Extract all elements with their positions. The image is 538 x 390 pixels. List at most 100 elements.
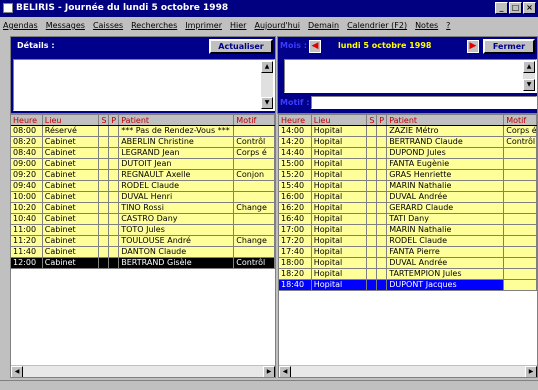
left-hscroll[interactable]: ◀ ▶ — [11, 365, 275, 377]
menu-item[interactable]: Recherches — [131, 17, 177, 34]
status-bar — [0, 380, 538, 390]
table-row[interactable]: 18:20 Hopital TARTEMPION Jules — [279, 269, 537, 280]
table-cell: 10:20 — [11, 203, 43, 213]
table-row[interactable]: 16:00 Hopital DUVAL Andrée — [279, 192, 537, 203]
menu-item[interactable]: Calendrier (F2) — [347, 17, 407, 34]
table-cell — [504, 192, 537, 202]
table-cell: Hopital — [312, 236, 368, 246]
table-row[interactable]: 15:20 Hopital GRAS Henriette — [279, 170, 537, 181]
menu-item[interactable]: Agendas — [3, 17, 38, 34]
table-cell — [109, 203, 120, 213]
scroll-left-icon[interactable]: ◀ — [11, 366, 23, 377]
table-cell: Cabinet — [43, 148, 100, 158]
table-cell — [234, 126, 275, 136]
scroll-up-icon[interactable]: ▲ — [261, 61, 273, 73]
menu-item[interactable]: Aujourd'hui — [254, 17, 300, 34]
grid-header: Heure Lieu S P Patient Motif — [11, 115, 275, 126]
minimize-button[interactable]: _ — [495, 2, 508, 14]
table-cell: TOULOUSE André — [119, 236, 235, 246]
menu-item[interactable]: Hier — [230, 17, 246, 34]
mois-vscroll[interactable]: ▲ ▼ — [523, 61, 535, 91]
table-row[interactable]: 09:00 Cabinet DUTOIT Jean — [11, 159, 275, 170]
scroll-right-icon[interactable]: ▶ — [525, 366, 537, 377]
scroll-right-icon[interactable]: ▶ — [263, 366, 275, 377]
table-cell: *** Pas de Rendez-Vous *** — [119, 126, 235, 136]
col-patient: Patient — [119, 115, 235, 125]
table-cell — [99, 225, 110, 235]
table-row[interactable]: 08:40 Cabinet LEGRAND Jean Corps é — [11, 148, 275, 159]
fermer-button[interactable]: Fermer — [483, 39, 535, 54]
next-day-icon[interactable]: ▶ — [467, 40, 479, 53]
table-row[interactable]: 11:00 Cabinet TOTO Jules — [11, 225, 275, 236]
window-title: BELIRIS - Journée du lundi 5 octobre 199… — [16, 3, 229, 13]
table-cell: Cabinet — [43, 225, 100, 235]
col-heure: Heure — [279, 115, 312, 125]
table-cell: Cabinet — [43, 137, 100, 147]
table-row[interactable]: 12:00 Cabinet BERTRAND Gisèle Contrôl — [11, 258, 275, 269]
mois-textarea[interactable]: ▲ ▼ — [284, 59, 537, 93]
maximize-button[interactable]: □ — [509, 2, 522, 14]
table-row[interactable]: 18:00 Hopital DUVAL Andrée — [279, 258, 537, 269]
table-cell: Hopital — [312, 137, 368, 147]
table-row[interactable]: 16:20 Hopital GERARD Claude — [279, 203, 537, 214]
table-cell — [99, 236, 110, 246]
close-window-button[interactable]: × — [523, 2, 536, 14]
table-row[interactable]: 09:40 Cabinet RODEL Claude — [11, 181, 275, 192]
table-cell — [367, 126, 378, 136]
scroll-up-icon[interactable]: ▲ — [523, 61, 535, 73]
table-cell: Hopital — [312, 126, 368, 136]
col-patient: Patient — [387, 115, 505, 125]
table-row[interactable]: 14:20 Hopital BERTRAND Claude Contrôl — [279, 137, 537, 148]
table-cell: REGNAULT Axelle — [119, 170, 235, 180]
table-row[interactable]: 10:00 Cabinet DUVAL Henri — [11, 192, 275, 203]
table-cell: Contrôl — [234, 137, 275, 147]
table-row[interactable]: 08:20 Cabinet ABERLIN Christine Contrôl — [11, 137, 275, 148]
table-cell — [109, 137, 120, 147]
scroll-left-icon[interactable]: ◀ — [279, 366, 291, 377]
actualiser-button[interactable]: Actualiser — [209, 39, 273, 54]
table-cell: BERTRAND Claude — [387, 137, 505, 147]
table-cell — [99, 148, 110, 158]
table-cell: 16:40 — [279, 214, 312, 224]
table-row[interactable]: 10:20 Cabinet TINO Rossi Change — [11, 203, 275, 214]
details-textarea[interactable]: ▲ ▼ — [13, 59, 275, 111]
table-cell — [377, 126, 388, 136]
scroll-down-icon[interactable]: ▼ — [261, 97, 273, 109]
right-hscroll[interactable]: ◀ ▶ — [279, 365, 537, 377]
table-row[interactable]: 11:40 Cabinet DANTON Claude — [11, 247, 275, 258]
table-row[interactable]: 14:00 Hopital ZAZIE Métro Corps é — [279, 126, 537, 137]
table-row[interactable]: 16:40 Hopital TATI Dany — [279, 214, 537, 225]
table-cell: 09:00 — [11, 159, 43, 169]
table-cell: 15:40 — [279, 181, 312, 191]
menu-item[interactable]: Demain — [308, 17, 339, 34]
table-cell: Hopital — [312, 269, 368, 279]
table-row[interactable]: 15:00 Hopital FANTA Eugènie — [279, 159, 537, 170]
menu-item[interactable]: Caisses — [93, 17, 123, 34]
table-row[interactable]: 11:20 Cabinet TOULOUSE André Change — [11, 236, 275, 247]
table-cell: GERARD Claude — [387, 203, 505, 213]
table-cell: Cabinet — [43, 214, 100, 224]
motif-input[interactable] — [311, 96, 537, 109]
table-cell: DUVAL Andrée — [387, 192, 505, 202]
current-date: lundi 5 octobre 1998 — [338, 41, 432, 50]
menu-item[interactable]: Imprimer — [185, 17, 222, 34]
table-row[interactable]: 17:00 Hopital MARIN Nathalie — [279, 225, 537, 236]
table-row[interactable]: 09:20 Cabinet REGNAULT Axelle Conjon — [11, 170, 275, 181]
table-row[interactable]: 10:40 Cabinet CASTRO Dany — [11, 214, 275, 225]
menu-item[interactable]: Messages — [46, 17, 85, 34]
details-vscroll[interactable]: ▲ ▼ — [261, 61, 273, 109]
menu-item[interactable]: ? — [446, 17, 450, 34]
table-cell: 10:00 — [11, 192, 43, 202]
table-cell — [109, 225, 120, 235]
table-row[interactable]: 18:40 Hopital DUPONT Jacques — [279, 280, 537, 291]
table-row[interactable]: 08:00 Réservé *** Pas de Rendez-Vous *** — [11, 126, 275, 137]
table-row[interactable]: 17:40 Hopital FANTA Pierre — [279, 247, 537, 258]
table-row[interactable]: 14:40 Hopital DUPOND Jules — [279, 148, 537, 159]
table-row[interactable]: 15:40 Hopital MARIN Nathalie — [279, 181, 537, 192]
table-row[interactable]: 17:20 Hopital RODEL Claude — [279, 236, 537, 247]
scroll-down-icon[interactable]: ▼ — [523, 79, 535, 91]
menu-item[interactable]: Notes — [415, 17, 438, 34]
table-cell: 12:00 — [11, 258, 43, 268]
table-cell — [234, 181, 275, 191]
prev-day-icon[interactable]: ◀ — [309, 40, 321, 53]
